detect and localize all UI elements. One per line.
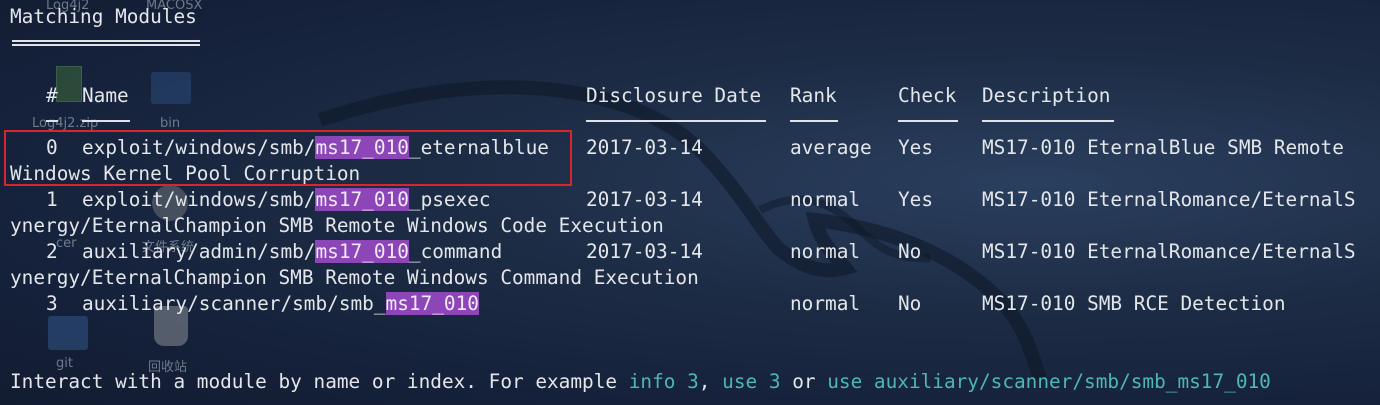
header-underline	[898, 120, 958, 122]
heading-double-underline	[12, 40, 200, 46]
disclosure-date: 2017-03-14	[586, 240, 703, 263]
usage-hint-text: Interact with a module by name or index.…	[10, 370, 629, 393]
module-name[interactable]: exploit/windows/smb/ms17_010_psexec	[82, 187, 491, 213]
module-path: auxiliary/scanner/smb/smb_	[82, 292, 386, 315]
disclosure-date: 2017-03-14	[586, 136, 703, 159]
description-wrap: ynergy/EternalChampion SMB Remote Window…	[10, 266, 699, 289]
header-underline	[46, 120, 58, 122]
column-header-rank: Rank	[790, 84, 837, 107]
command-use-name[interactable]: use auxiliary/scanner/smb/smb_ms17_010	[827, 370, 1271, 393]
module-name[interactable]: auxiliary/scanner/smb/smb_ms17_010	[82, 291, 479, 317]
row-number: 1	[46, 188, 58, 211]
section-heading: Matching Modules	[10, 5, 197, 28]
module-name[interactable]: auxiliary/admin/smb/ms17_010_command	[82, 239, 502, 265]
row-number: 2	[46, 240, 58, 263]
rank: normal	[790, 292, 861, 315]
module-path: exploit/windows/smb/	[82, 188, 316, 211]
column-header-number: #	[46, 84, 58, 107]
terminal-output[interactable]: Matching Modules # Name Disclosure Date …	[0, 0, 1380, 405]
column-header-check: Check	[898, 84, 957, 107]
search-match: ms17_010	[315, 240, 409, 263]
module-path-suffix: _psexec	[408, 188, 491, 211]
separator: ,	[698, 370, 723, 393]
separator: or	[780, 370, 828, 393]
check: No	[898, 240, 922, 263]
column-header-name: Name	[82, 84, 129, 107]
selection-box	[4, 130, 572, 186]
header-underline	[790, 120, 838, 122]
search-match: ms17_010	[385, 292, 479, 315]
check: No	[898, 292, 922, 315]
module-path-suffix: _command	[408, 240, 503, 263]
description: MS17-010 EternalRomance/EternalS	[982, 188, 1356, 211]
description: MS17-010 SMB RCE Detection	[982, 292, 1286, 315]
rank: normal	[790, 240, 861, 263]
description: MS17-010 EternalRomance/EternalS	[982, 240, 1356, 263]
module-path: auxiliary/admin/smb/	[82, 240, 316, 263]
command-use-index[interactable]: use 3	[722, 370, 780, 393]
header-underline	[982, 120, 1114, 122]
command-info[interactable]: info 3	[629, 370, 699, 393]
check: Yes	[898, 136, 934, 159]
rank: average	[790, 136, 872, 159]
header-underline	[586, 120, 766, 122]
description: MS17-010 EternalBlue SMB Remote	[982, 136, 1344, 159]
description-wrap: ynergy/EternalChampion SMB Remote Window…	[10, 214, 664, 237]
search-match: ms17_010	[315, 188, 409, 211]
header-underline	[82, 120, 130, 122]
column-header-date: Disclosure Date	[586, 84, 762, 107]
check: Yes	[898, 188, 934, 211]
row-number: 3	[46, 292, 58, 315]
usage-hint: Interact with a module by name or index.…	[10, 369, 1271, 395]
disclosure-date: 2017-03-14	[586, 188, 703, 211]
rank: normal	[790, 188, 861, 211]
column-header-description: Description	[982, 84, 1111, 107]
